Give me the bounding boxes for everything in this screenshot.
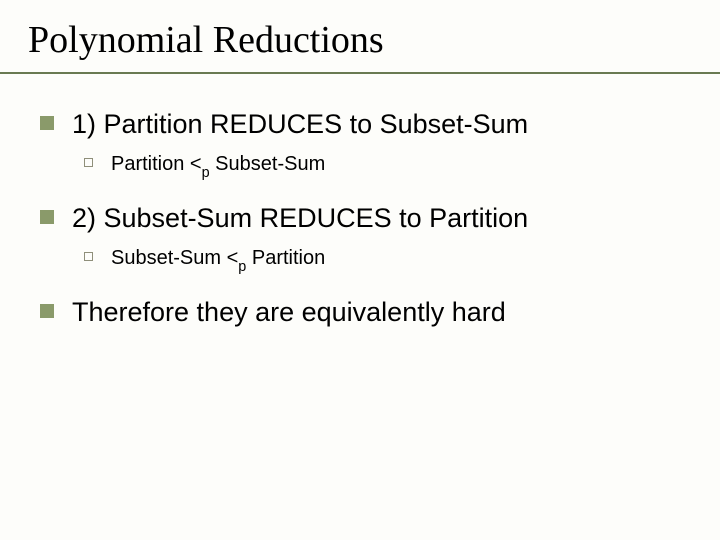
subscript-p: p [202,165,210,181]
slide-title: Polynomial Reductions [28,18,692,74]
list-item-text: Therefore they are equivalently hard [72,296,506,330]
hollow-square-bullet-icon [84,158,93,167]
sub-post: Partition [246,247,325,269]
bullet-list: 1) Partition REDUCES to Subset-Sum Parti… [28,108,692,329]
list-item: 1) Partition REDUCES to Subset-Sum [40,108,692,142]
list-item-text: 2) Subset-Sum REDUCES to Partition [72,202,528,236]
square-bullet-icon [40,210,54,224]
list-subitem: Partition <p Subset-Sum [84,152,692,180]
list-item: Therefore they are equivalently hard [40,296,692,330]
slide: Polynomial Reductions 1) Partition REDUC… [0,0,720,540]
subscript-p: p [238,259,246,275]
square-bullet-icon [40,116,54,130]
list-subitem-text: Partition <p Subset-Sum [111,152,325,180]
sub-pre: Partition < [111,153,202,175]
sub-pre: Subset-Sum < [111,247,238,269]
square-bullet-icon [40,304,54,318]
hollow-square-bullet-icon [84,252,93,261]
list-item-text: 1) Partition REDUCES to Subset-Sum [72,108,528,142]
list-subitem: Subset-Sum <p Partition [84,246,692,274]
sub-post: Subset-Sum [210,153,326,175]
list-subitem-text: Subset-Sum <p Partition [111,246,325,274]
list-item: 2) Subset-Sum REDUCES to Partition [40,202,692,236]
title-underline [0,72,720,74]
slide-title-text: Polynomial Reductions [28,19,384,61]
